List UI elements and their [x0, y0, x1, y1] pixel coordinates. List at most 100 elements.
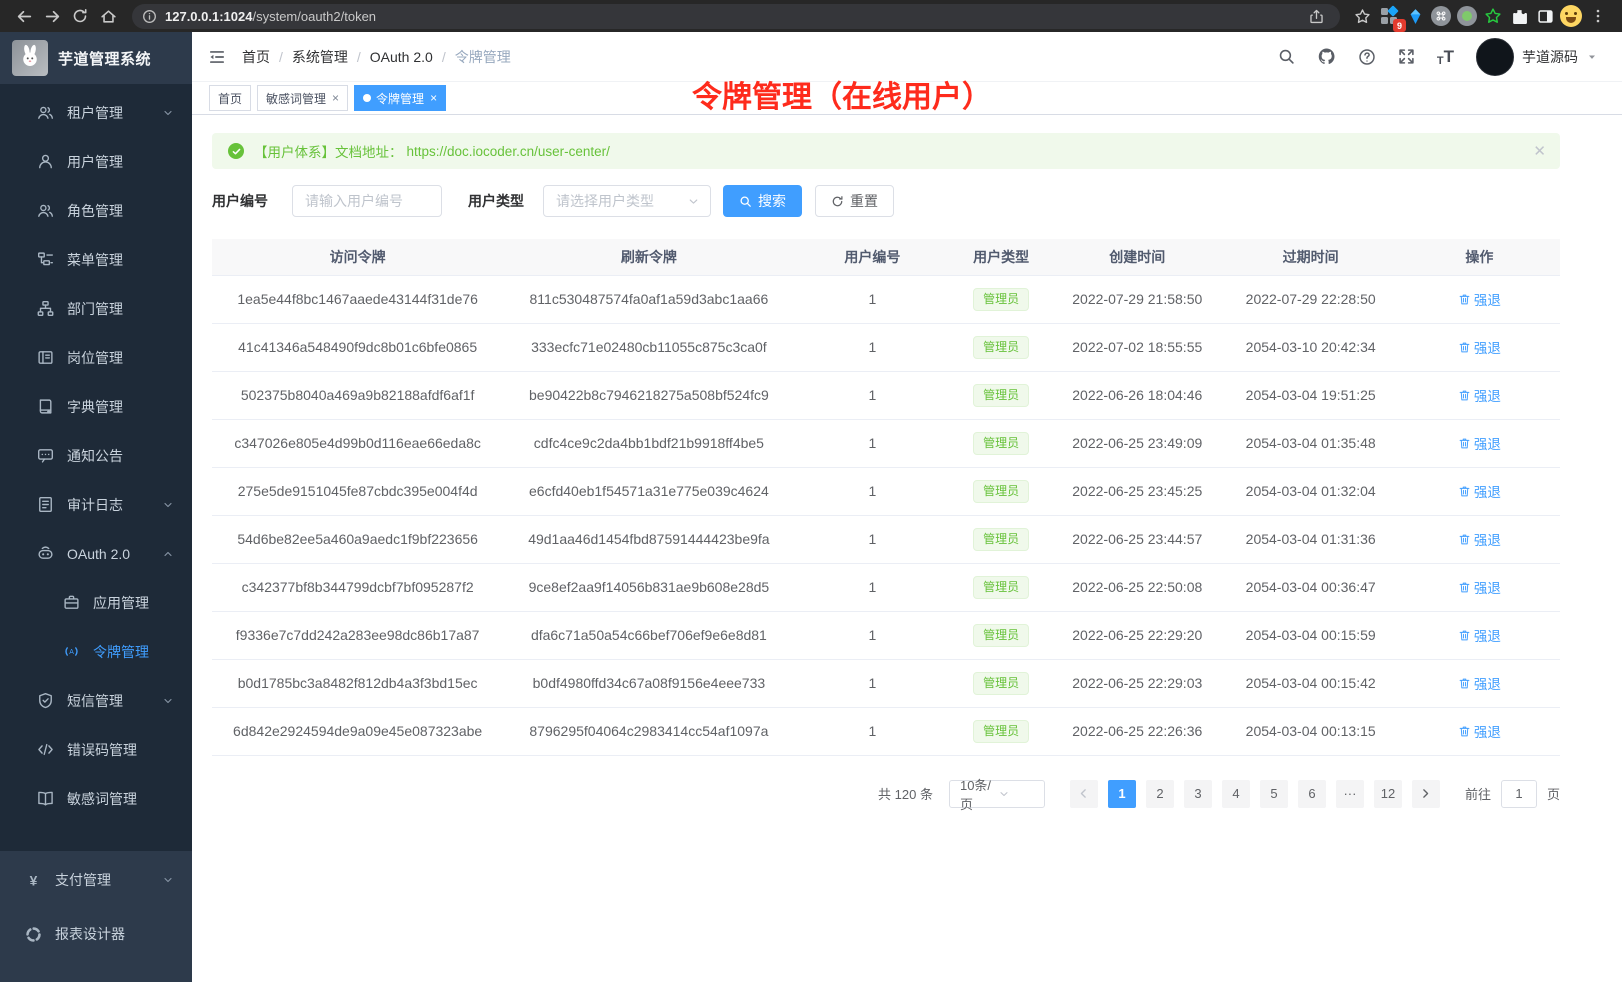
tab-token[interactable]: 令牌管理×	[354, 85, 446, 111]
search-icon[interactable]	[1278, 48, 1295, 65]
page-unit-label: 页	[1547, 784, 1560, 803]
search-button[interactable]: 搜索	[723, 185, 802, 217]
profile-avatar-icon[interactable]	[1558, 3, 1584, 29]
sidebar-item-oauth2-token[interactable]: A令牌管理	[0, 627, 192, 676]
actions-cell: 强退	[1399, 419, 1560, 467]
sidebar-item-dict[interactable]: 字典管理	[0, 382, 192, 431]
extension-command-icon[interactable]	[1428, 3, 1454, 29]
next-page-button[interactable]	[1412, 780, 1440, 808]
page-button-5[interactable]: 5	[1260, 780, 1288, 808]
sidebar-item-tenant[interactable]: 租户管理	[0, 88, 192, 137]
sidebar-item-audit-log[interactable]: 审计日志	[0, 480, 192, 529]
sidebar-item-post[interactable]: 岗位管理	[0, 333, 192, 382]
sidebar-item-label: 短信管理	[67, 691, 123, 711]
sidebar-item-report-designer[interactable]: 报表设计器	[0, 907, 192, 961]
goto-page-input[interactable]	[1501, 780, 1537, 808]
user-type-select[interactable]: 请选择用户类型	[543, 185, 711, 217]
dict-icon	[36, 398, 54, 415]
chevron-down-icon	[162, 695, 174, 707]
table-row: 6d842e2924594de9a09e45e087323abe8796295f…	[212, 707, 1560, 755]
extension-puzzle-icon[interactable]	[1506, 3, 1532, 29]
github-icon[interactable]	[1317, 47, 1336, 66]
force-logout-button[interactable]: 强退	[1458, 529, 1501, 549]
sidebar-item-error-code[interactable]: 错误码管理	[0, 725, 192, 774]
breadcrumb-item[interactable]: 首页	[242, 47, 270, 67]
force-logout-button[interactable]: 强退	[1458, 385, 1501, 405]
sidebar-item-notice[interactable]: 通知公告	[0, 431, 192, 480]
reset-button[interactable]: 重置	[815, 185, 894, 217]
prev-page-button[interactable]	[1070, 780, 1098, 808]
refresh-token-cell: cdfc4ce9c2da4bb1bdf21b9918ff4be5	[503, 419, 794, 467]
breadcrumb-separator: /	[279, 49, 283, 65]
page-button-2[interactable]: 2	[1146, 780, 1174, 808]
created-time-cell: 2022-06-25 23:44:57	[1052, 515, 1223, 563]
force-logout-button[interactable]: 强退	[1458, 337, 1501, 357]
column-header-actions: 操作	[1399, 239, 1560, 275]
sidebar-item-oauth2[interactable]: OAuth 2.0	[0, 529, 192, 578]
page-button-3[interactable]: 3	[1184, 780, 1212, 808]
sidebar-item-oauth2-app[interactable]: 应用管理	[0, 578, 192, 627]
force-logout-button[interactable]: 强退	[1458, 289, 1501, 309]
sidebar-item-dept[interactable]: 部门管理	[0, 284, 192, 333]
force-logout-button[interactable]: 强退	[1458, 721, 1501, 741]
table-row: 41c41346a548490f9dc8b01c6bfe0865333ecfc7…	[212, 323, 1560, 371]
breadcrumb-item[interactable]: OAuth 2.0	[370, 49, 433, 65]
user-type-tag: 管理员	[973, 528, 1029, 551]
user-menu[interactable]: 芋道源码	[1476, 38, 1598, 76]
sidebar-menu-lower: ¥支付管理报表设计器	[0, 851, 192, 982]
alert-close-icon[interactable]: ✕	[1533, 142, 1546, 160]
page-button-1[interactable]: 1	[1108, 780, 1136, 808]
sidebar-item-pay[interactable]: ¥支付管理	[0, 853, 192, 907]
tab-home[interactable]: 首页	[209, 85, 251, 111]
tab-close-icon[interactable]: ×	[430, 91, 437, 105]
force-logout-button[interactable]: 强退	[1458, 433, 1501, 453]
sidebar-item-user[interactable]: 用户管理	[0, 137, 192, 186]
chevron-down-icon	[162, 874, 174, 886]
reload-icon[interactable]	[66, 2, 94, 30]
sidebar-item-sensitive-word[interactable]: 敏感词管理	[0, 774, 192, 823]
font-size-icon[interactable]: TT	[1437, 47, 1454, 67]
user-id-input[interactable]	[292, 185, 442, 217]
app-logo-bar[interactable]: 芋道管理系统	[0, 32, 192, 84]
site-info-icon[interactable]	[142, 9, 157, 24]
home-icon[interactable]	[94, 2, 122, 30]
extension-grid-icon[interactable]: 9	[1376, 3, 1402, 29]
browser-menu-icon[interactable]	[1584, 2, 1612, 30]
page-button-4[interactable]: 4	[1222, 780, 1250, 808]
sidebar-item-role[interactable]: 角色管理	[0, 186, 192, 235]
fullscreen-icon[interactable]	[1398, 48, 1415, 65]
chevron-up-icon	[162, 548, 174, 560]
force-logout-button[interactable]: 强退	[1458, 481, 1501, 501]
address-bar[interactable]: 127.0.0.1:1024/system/oauth2/token	[132, 4, 1340, 29]
forward-icon[interactable]	[38, 2, 66, 30]
sidebar-item-menu[interactable]: 菜单管理	[0, 235, 192, 284]
extension-record-icon[interactable]	[1454, 3, 1480, 29]
tab-close-icon[interactable]: ×	[332, 91, 339, 105]
side-panel-icon[interactable]	[1532, 3, 1558, 29]
bookmark-star-icon[interactable]	[1348, 2, 1376, 30]
page-button-12[interactable]: 12	[1374, 780, 1402, 808]
share-icon[interactable]	[1302, 2, 1330, 30]
force-logout-button[interactable]: 强退	[1458, 625, 1501, 645]
force-logout-button[interactable]: 强退	[1458, 673, 1501, 693]
force-logout-button[interactable]: 强退	[1458, 577, 1501, 597]
extension-kite-icon[interactable]	[1402, 3, 1428, 29]
alert-doc-link[interactable]: https://doc.iocoder.cn/user-center/	[407, 144, 610, 159]
user-type-tag: 管理员	[973, 624, 1029, 647]
active-tab-dot	[363, 94, 371, 102]
breadcrumb-item[interactable]: 系统管理	[292, 47, 348, 67]
book-icon	[36, 790, 54, 807]
trash-icon	[1458, 341, 1471, 354]
tab-sensitive-word[interactable]: 敏感词管理×	[257, 85, 348, 111]
extension-star-icon[interactable]	[1480, 3, 1506, 29]
back-icon[interactable]	[10, 2, 38, 30]
chevron-down-icon	[162, 499, 174, 511]
user-id-cell: 1	[795, 515, 951, 563]
page-button-6[interactable]: 6	[1298, 780, 1326, 808]
collapse-sidebar-icon[interactable]	[208, 48, 226, 66]
tree-icon	[36, 251, 54, 268]
sidebar-item-sms[interactable]: 短信管理	[0, 676, 192, 725]
help-icon[interactable]	[1358, 48, 1376, 66]
page-size-select[interactable]: 10条/页	[949, 780, 1045, 808]
force-logout-label: 强退	[1474, 577, 1501, 597]
